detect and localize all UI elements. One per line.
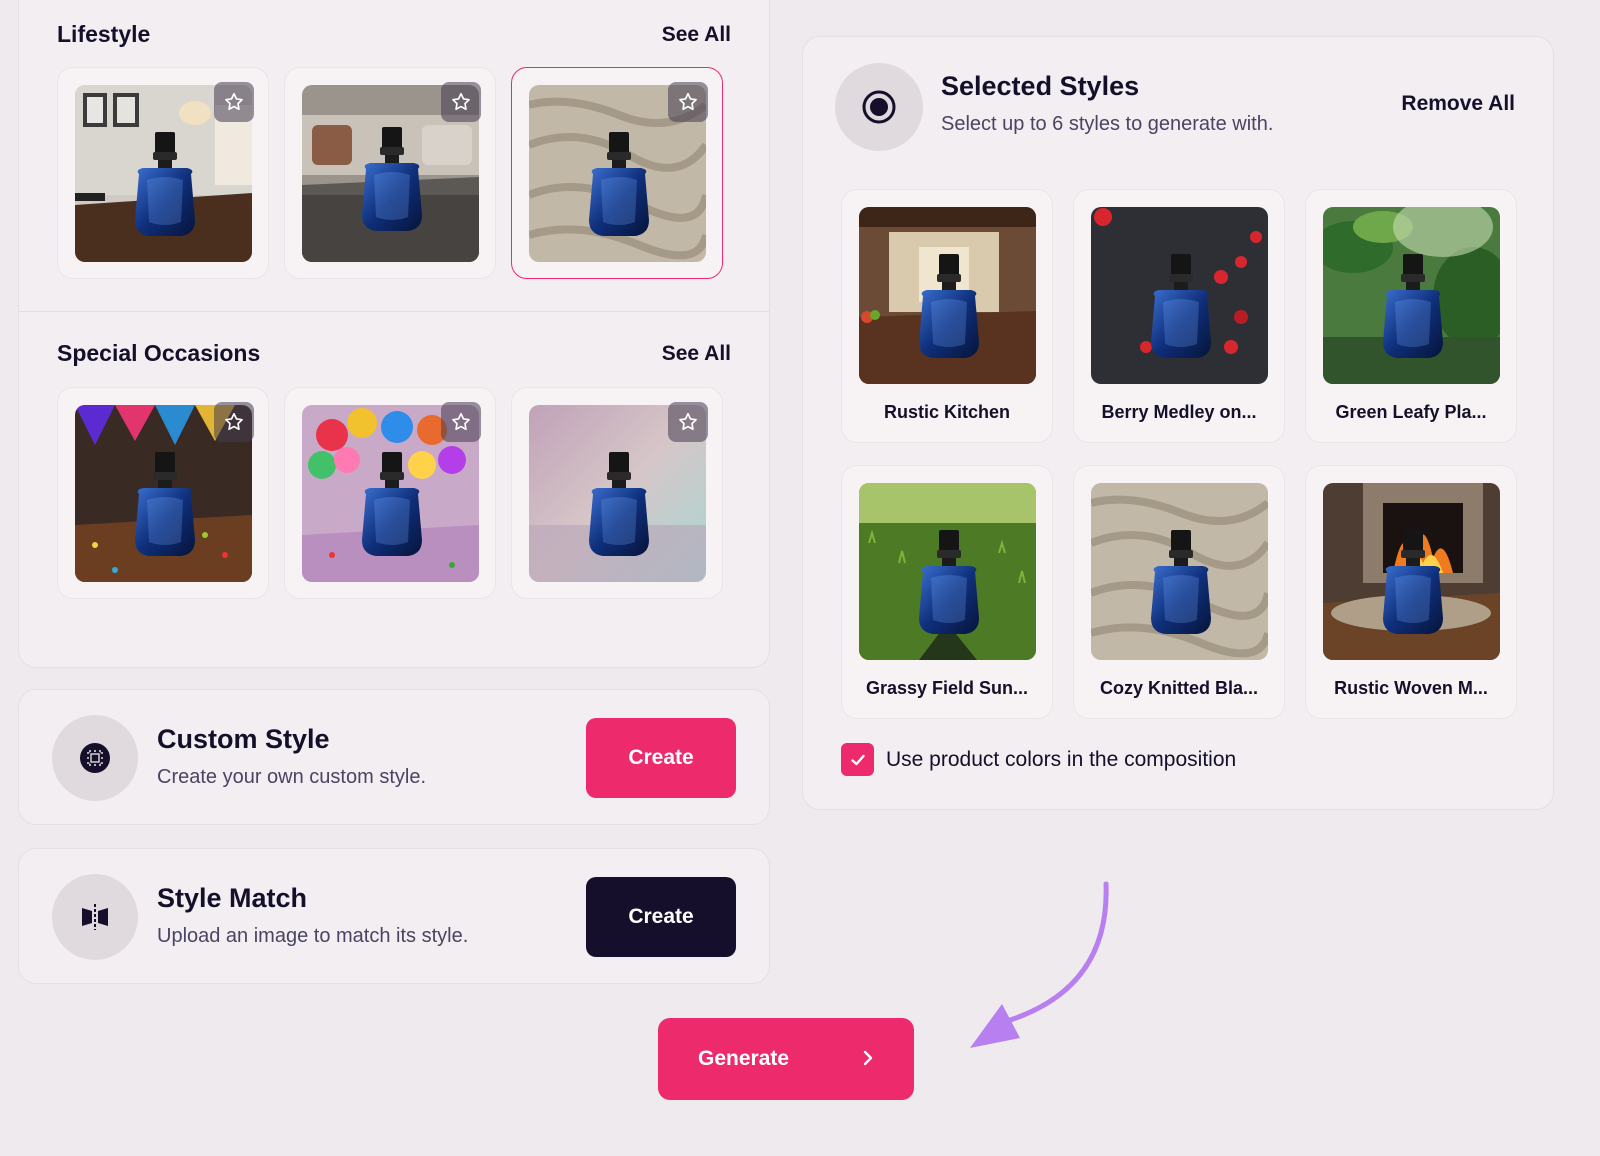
selected-style-label: Cozy Knitted Bla... (1099, 678, 1258, 698)
style-thumbnail (1091, 207, 1268, 384)
special-occasions-title: Special Occasions (57, 340, 261, 366)
selected-style-label: Berry Medley on... (1101, 402, 1257, 422)
star-icon (225, 92, 243, 111)
star-icon (452, 92, 470, 111)
style-categories-panel: Lifestyle See All Special Occasions See … (18, 0, 770, 668)
remove-all-button[interactable]: Remove All (1401, 92, 1515, 116)
sparkle-chip-icon (80, 743, 110, 773)
selected-styles-title: Selected Styles (941, 71, 1140, 101)
star-icon (452, 412, 470, 431)
checkmark-icon (850, 754, 865, 765)
lifestyle-style-card[interactable] (284, 67, 496, 279)
selected-style-label: Green Leafy Pla... (1335, 402, 1487, 422)
radio-target-icon (862, 90, 896, 124)
style-match-title: Style Match (157, 883, 308, 913)
style-match-subtitle: Upload an image to match its style. (157, 925, 469, 947)
favorite-star-button[interactable] (668, 402, 708, 442)
special-occasion-style-card[interactable] (284, 387, 496, 599)
lifestyle-style-card[interactable] (57, 67, 269, 279)
selected-styles-subtitle: Select up to 6 styles to generate with. (941, 113, 1274, 135)
style-thumbnail (1323, 483, 1500, 660)
selected-style-card[interactable]: Green Leafy Pla... (1305, 189, 1517, 443)
special-occasion-style-card[interactable] (511, 387, 723, 599)
style-thumbnail (1323, 207, 1500, 384)
selected-style-card[interactable]: Grassy Field Sun... (841, 465, 1053, 719)
mirror-split-icon (82, 904, 108, 930)
generate-button-label: Generate (698, 1047, 790, 1070)
style-match-card: Style Match Upload an image to match its… (18, 848, 770, 984)
favorite-star-button[interactable] (214, 82, 254, 122)
lifestyle-style-card-selected[interactable] (511, 67, 723, 279)
generate-button[interactable]: Generate (658, 1018, 914, 1100)
selected-style-card[interactable]: Rustic Woven M... (1305, 465, 1517, 719)
custom-style-title: Custom Style (157, 724, 330, 754)
custom-style-card: Custom Style Create your own custom styl… (18, 689, 770, 825)
custom-style-subtitle: Create your own custom style. (157, 766, 426, 788)
selected-styles-icon-badge (835, 63, 923, 151)
star-icon (679, 92, 697, 111)
selected-style-label: Grassy Field Sun... (865, 678, 1029, 698)
lifestyle-title: Lifestyle (57, 21, 151, 47)
selected-styles-panel: Selected Styles Select up to 6 styles to… (802, 36, 1554, 810)
custom-style-create-button[interactable]: Create (586, 718, 736, 798)
selected-style-card[interactable]: Berry Medley on... (1073, 189, 1285, 443)
style-match-icon-badge (52, 874, 138, 960)
favorite-star-button[interactable] (441, 402, 481, 442)
curved-arrow-icon (970, 881, 1109, 1048)
favorite-star-button[interactable] (214, 402, 254, 442)
use-product-colors-label: Use product colors in the composition (886, 747, 1237, 771)
use-product-colors-option[interactable]: Use product colors in the composition (841, 743, 1236, 776)
special-occasion-style-card[interactable] (57, 387, 269, 599)
favorite-star-button[interactable] (441, 82, 481, 122)
lifestyle-see-all-link[interactable]: See All (662, 23, 731, 47)
selected-style-card[interactable]: Cozy Knitted Bla... (1073, 465, 1285, 719)
star-icon (225, 412, 243, 431)
style-thumbnail (859, 207, 1036, 384)
selected-style-label: Rustic Kitchen (883, 402, 1011, 422)
chevron-right-icon (858, 1048, 878, 1073)
use-product-colors-checkbox[interactable] (841, 743, 874, 776)
style-thumbnail (859, 483, 1036, 660)
special-occasions-see-all-link[interactable]: See All (662, 342, 731, 366)
selected-style-label: Rustic Woven M... (1334, 678, 1488, 698)
favorite-star-button[interactable] (668, 82, 708, 122)
star-icon (679, 412, 697, 431)
selected-style-card[interactable]: Rustic Kitchen (841, 189, 1053, 443)
section-divider (19, 311, 769, 312)
custom-style-icon-badge (52, 715, 138, 801)
style-match-create-button[interactable]: Create (586, 877, 736, 957)
style-thumbnail (1091, 483, 1268, 660)
